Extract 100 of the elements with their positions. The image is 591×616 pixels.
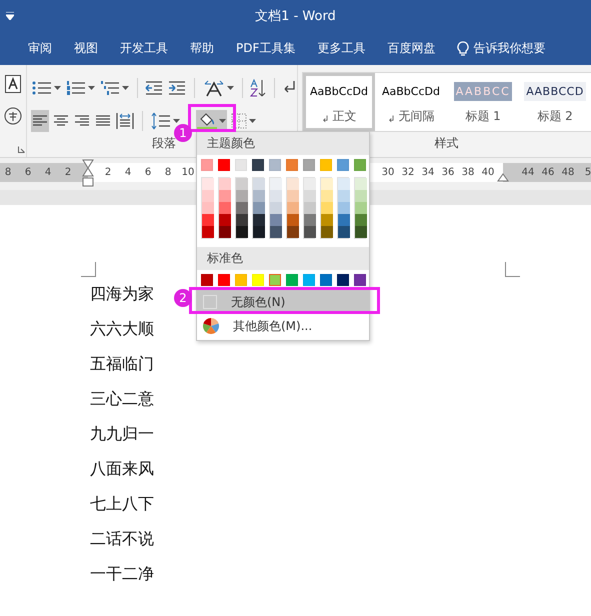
- style-name: 标题 2: [537, 108, 573, 125]
- style-preview: AaBbCcDd: [309, 84, 369, 100]
- ruler-number: 30: [382, 167, 394, 178]
- color-swatch[interactable]: [338, 214, 350, 226]
- document-text-line: 九九归一: [90, 423, 154, 445]
- color-swatch[interactable]: [321, 190, 333, 202]
- align-right-icon: [74, 114, 90, 128]
- ruler-number: 8: [4, 167, 12, 178]
- indent-marker[interactable]: [82, 159, 94, 189]
- color-swatch[interactable]: [219, 190, 231, 202]
- document-text-line: 一干二净: [90, 563, 154, 585]
- style-preview: AaBbCcDd: [381, 84, 441, 100]
- justify-icon: [95, 114, 111, 128]
- color-swatch[interactable]: [338, 226, 350, 238]
- asian-layout-icon: [202, 79, 224, 97]
- style-item[interactable]: AaBbCcDd ↲ 正文: [303, 73, 375, 131]
- color-swatch[interactable]: [202, 214, 214, 226]
- color-swatch[interactable]: [253, 214, 265, 226]
- color-swatch[interactable]: [287, 214, 299, 226]
- color-swatch[interactable]: [338, 190, 350, 202]
- ruler-number: 46: [542, 167, 554, 178]
- color-swatch[interactable]: [304, 226, 316, 238]
- color-swatch[interactable]: [236, 202, 248, 214]
- ribbon-tab[interactable]: 帮助: [190, 40, 214, 57]
- tell-me-field[interactable]: 告诉我你想要: [473, 40, 546, 57]
- color-swatch[interactable]: [253, 226, 265, 238]
- distributed-icon: [116, 112, 134, 130]
- document-text-line: 二话不说: [90, 528, 154, 550]
- borders-icon: [231, 113, 247, 129]
- color-swatch[interactable]: [355, 226, 367, 238]
- color-swatch[interactable]: [338, 178, 350, 190]
- color-swatch[interactable]: [219, 178, 231, 190]
- ribbon-tab[interactable]: PDF工具集: [236, 40, 296, 57]
- group-label: 段落: [152, 135, 176, 152]
- color-swatch[interactable]: [355, 202, 367, 214]
- align-button[interactable]: [31, 110, 49, 132]
- step-badge: 2: [174, 289, 192, 307]
- ribbon-tab[interactable]: 视图: [74, 40, 98, 57]
- bullet-list-icon: [32, 80, 52, 96]
- color-swatch[interactable]: [321, 178, 333, 190]
- document-text-line: 六六大顺: [90, 318, 154, 340]
- color-swatch[interactable]: [355, 178, 367, 190]
- color-swatch[interactable]: [253, 190, 265, 202]
- ruler-number: 2: [64, 167, 72, 178]
- window-title: 文档1 - Word: [255, 8, 336, 25]
- margin-corner-mark: [505, 262, 520, 277]
- color-swatch[interactable]: [321, 202, 333, 214]
- color-swatch[interactable]: [321, 226, 333, 238]
- style-item[interactable]: AaBbCcDd ↲ 无间隔: [375, 73, 447, 131]
- color-swatch[interactable]: [270, 190, 282, 202]
- paragraph-mark: ↲: [388, 115, 396, 125]
- color-swatch[interactable]: [287, 190, 299, 202]
- ruler-number: 4: [124, 167, 132, 178]
- style-preview: AABBCCD: [524, 82, 586, 101]
- ribbon-tab[interactable]: 百度网盘: [387, 40, 436, 57]
- color-swatch[interactable]: [202, 202, 214, 214]
- color-swatch[interactable]: [202, 190, 214, 202]
- color-swatch[interactable]: [270, 214, 282, 226]
- color-swatch[interactable]: [253, 202, 265, 214]
- paint-bucket-icon: [197, 111, 217, 131]
- color-swatch[interactable]: [287, 226, 299, 238]
- ribbon-tab[interactable]: 更多工具: [317, 40, 366, 57]
- color-swatch[interactable]: [287, 178, 299, 190]
- ruler-number: 4: [44, 167, 52, 178]
- color-swatch[interactable]: [236, 226, 248, 238]
- align-left-icon: [32, 114, 48, 128]
- ribbon-tab[interactable]: 审阅: [28, 40, 52, 57]
- line-spacing-button[interactable]: [150, 110, 181, 132]
- align-button[interactable]: [115, 110, 135, 132]
- color-swatch[interactable]: [355, 214, 367, 226]
- style-item[interactable]: AABBCCD 标题 2: [519, 73, 591, 131]
- color-swatch[interactable]: [338, 202, 350, 214]
- color-swatch[interactable]: [269, 274, 281, 286]
- color-swatch[interactable]: [270, 178, 282, 190]
- color-swatch[interactable]: [219, 214, 231, 226]
- color-swatch[interactable]: [236, 190, 248, 202]
- color-swatch[interactable]: [253, 178, 265, 190]
- menu-item[interactable]: 其他颜色(M)...: [197, 314, 369, 338]
- right-indent-marker[interactable]: [497, 173, 509, 182]
- color-swatch[interactable]: [236, 178, 248, 190]
- color-swatch[interactable]: [270, 202, 282, 214]
- style-item[interactable]: AABBCC 标题 1: [447, 73, 519, 131]
- color-swatch[interactable]: [236, 214, 248, 226]
- color-swatch[interactable]: [355, 190, 367, 202]
- color-swatch[interactable]: [287, 202, 299, 214]
- color-swatch[interactable]: [321, 214, 333, 226]
- color-swatch[interactable]: [270, 226, 282, 238]
- sort-button[interactable]: [248, 77, 267, 99]
- ruler-number: 2: [104, 167, 112, 178]
- color-swatch[interactable]: [202, 226, 214, 238]
- color-swatch[interactable]: [219, 226, 231, 238]
- color-swatch[interactable]: [219, 202, 231, 214]
- color-swatch[interactable]: [304, 178, 316, 190]
- color-swatch[interactable]: [202, 178, 214, 190]
- color-swatch[interactable]: [304, 202, 316, 214]
- caret-icon: [54, 86, 61, 90]
- color-swatch[interactable]: [304, 214, 316, 226]
- document-text-line: 四海为家: [90, 283, 154, 305]
- ribbon-tab[interactable]: 开发工具: [120, 40, 168, 57]
- color-swatch[interactable]: [304, 190, 316, 202]
